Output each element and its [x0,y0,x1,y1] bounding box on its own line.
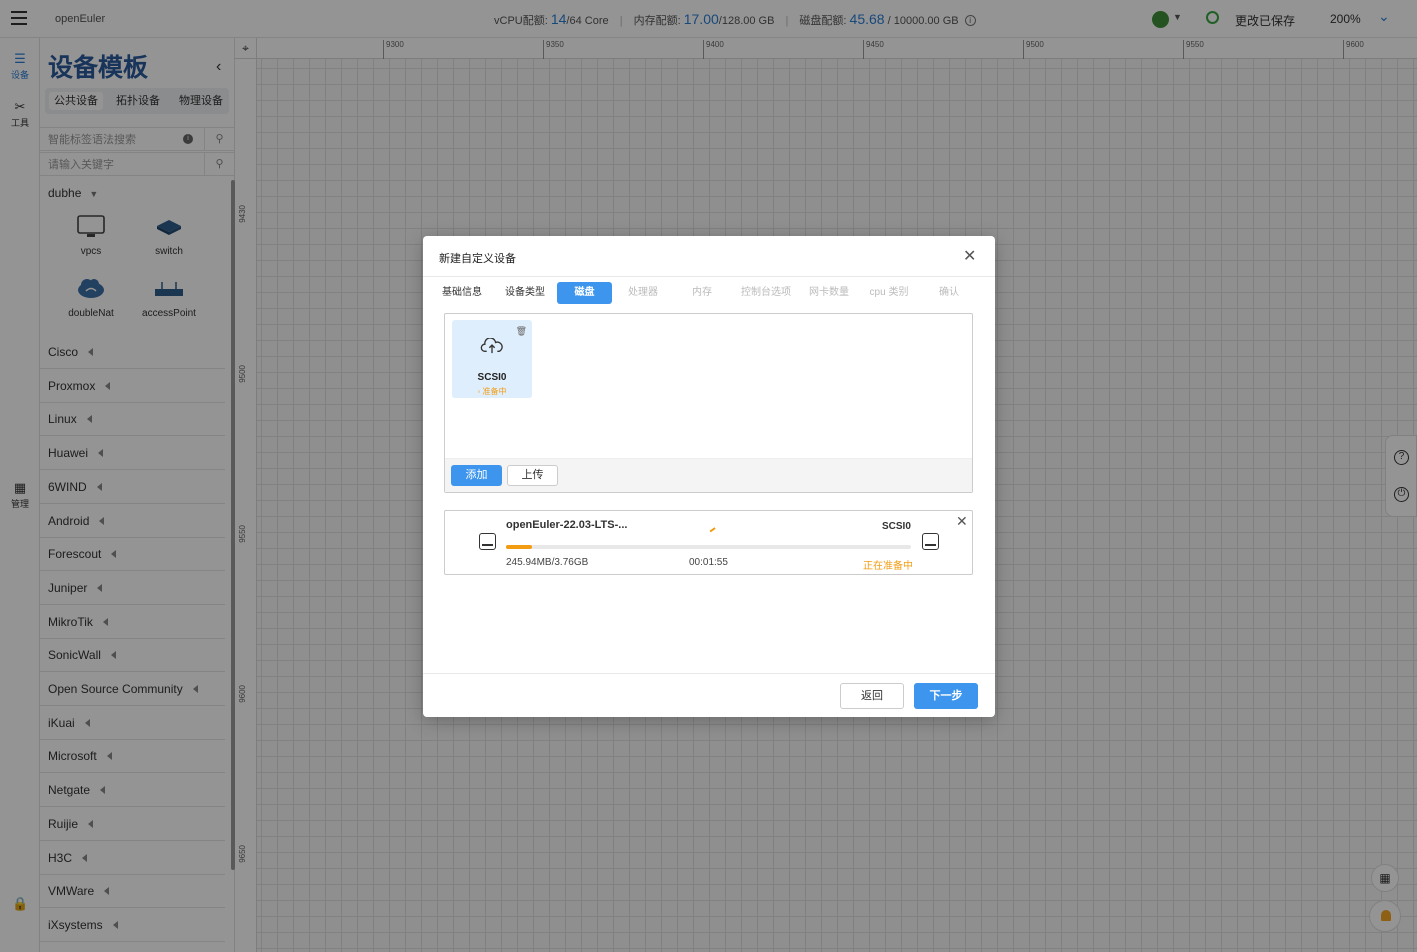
progress-track [506,545,911,549]
step-confirm: 确认 [939,287,959,298]
step-console-options: 控制台选项 [741,287,791,298]
step-disk[interactable]: 磁盘 [557,282,612,304]
upload-state: 正在准备中 [863,561,913,572]
upload-button[interactable]: 上传 [507,465,558,486]
step-nic-count: 网卡数量 [809,287,849,298]
dialog-footer: 返回 下一步 [423,673,995,717]
upload-file-name: openEuler-22.03-LTS-... [506,519,628,531]
next-button[interactable]: 下一步 [914,683,978,709]
progress-fill [506,545,533,549]
add-button[interactable]: 添加 [451,465,502,486]
upload-elapsed: 00:01:55 [689,557,728,568]
step-device-type[interactable]: 设备类型 [499,282,551,304]
back-button[interactable]: 返回 [840,683,904,709]
new-custom-device-dialog: 新建自定义设备 ✕ 基础信息 设备类型 磁盘 处理器 内存 控制台选项 网卡数量… [423,236,995,717]
dialog-title: 新建自定义设备 [439,253,516,265]
upload-target-disk: SCSI0 [882,521,911,532]
trash-icon[interactable]: 🗑 [516,326,527,337]
step-cpu-type: cpu 类别 [869,287,909,298]
disk-actions: 添加 上传 [445,458,972,492]
app-root: openEuler vCPU配额: 14/64 Core | 内存配额: 17.… [0,0,1417,952]
close-icon[interactable]: ✕ [956,513,968,530]
close-icon[interactable]: ✕ [963,246,976,266]
hard-drive-icon [479,533,496,550]
disk-status-text: 准备中 [482,387,507,396]
disk-status: ◦ 准备中 [477,387,507,396]
loading-spinner-icon [708,525,716,533]
upload-progress-card: openEuler-22.03-LTS-... SCSI0 ✕ 245.94MB… [444,510,973,575]
disk-name: SCSI0 [477,372,507,383]
disk-list: 🗑 SCSI0 ◦ 准备中 添加 上传 [444,313,973,493]
step-processor: 处理器 [628,287,658,298]
dialog-header: 新建自定义设备 ✕ [423,236,995,277]
disk-card[interactable]: 🗑 SCSI0 ◦ 准备中 [452,320,532,398]
wizard-steps: 基础信息 设备类型 磁盘 处理器 内存 控制台选项 网卡数量 cpu 类别 确认 [437,282,985,304]
step-memory: 内存 [692,287,712,298]
step-basic-info[interactable]: 基础信息 [437,282,487,304]
upload-size: 245.94MB/3.76GB [506,557,589,568]
cloud-upload-icon [480,338,503,354]
hard-drive-icon [922,533,939,550]
